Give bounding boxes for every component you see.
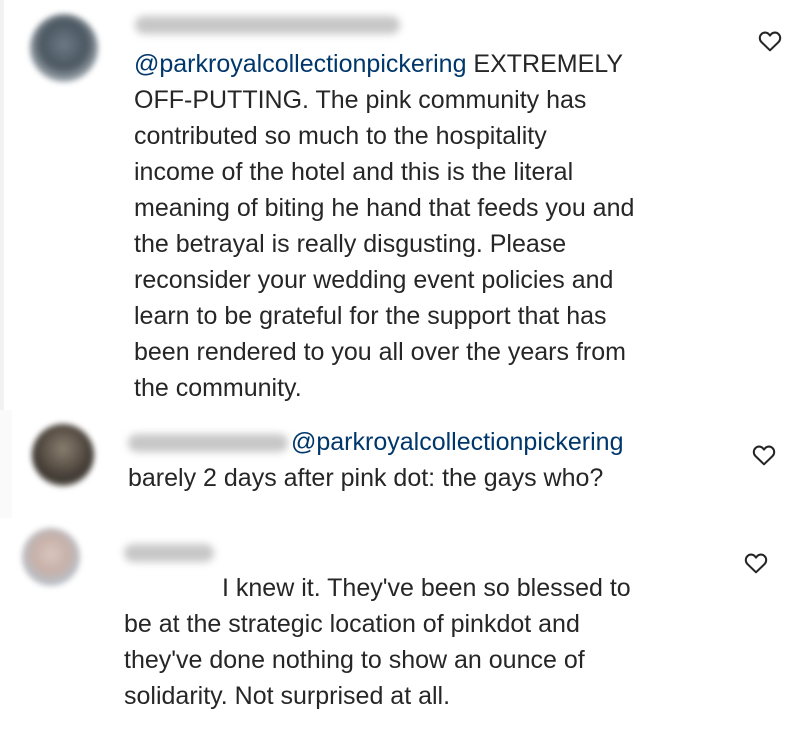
comment-1: @parkroyalcollectionpickering EXTREMELY … [0, 0, 800, 410]
mention-link[interactable]: @parkroyalcollectionpickering [291, 424, 623, 460]
comment-body: EXTREMELY OFF-PUTTING. The pink communit… [134, 50, 635, 402]
like-heart-icon[interactable] [751, 442, 777, 468]
comment-body: I knew it. They've been so blessed to be… [124, 574, 631, 710]
comment-2: @parkroyalcollectionpickering barely 2 d… [0, 410, 800, 518]
avatar[interactable] [30, 14, 98, 82]
comment-text: @parkroyalcollectionpickering EXTREMELY … [134, 46, 734, 406]
comment-text: @parkroyalcollectionpickering barely 2 d… [128, 424, 748, 532]
like-heart-icon[interactable] [757, 28, 783, 54]
comment-text: I knew it. They've been so blessed to be… [124, 534, 744, 750]
comment-3: I knew it. They've been so blessed to be… [0, 518, 800, 710]
avatar[interactable] [22, 528, 80, 586]
like-heart-icon[interactable] [743, 550, 769, 576]
avatar[interactable] [32, 424, 94, 486]
mention-link[interactable]: @parkroyalcollectionpickering [134, 50, 466, 78]
username-blurred[interactable] [135, 16, 400, 34]
comment-body: barely 2 days after pink dot: the gays w… [128, 464, 604, 492]
